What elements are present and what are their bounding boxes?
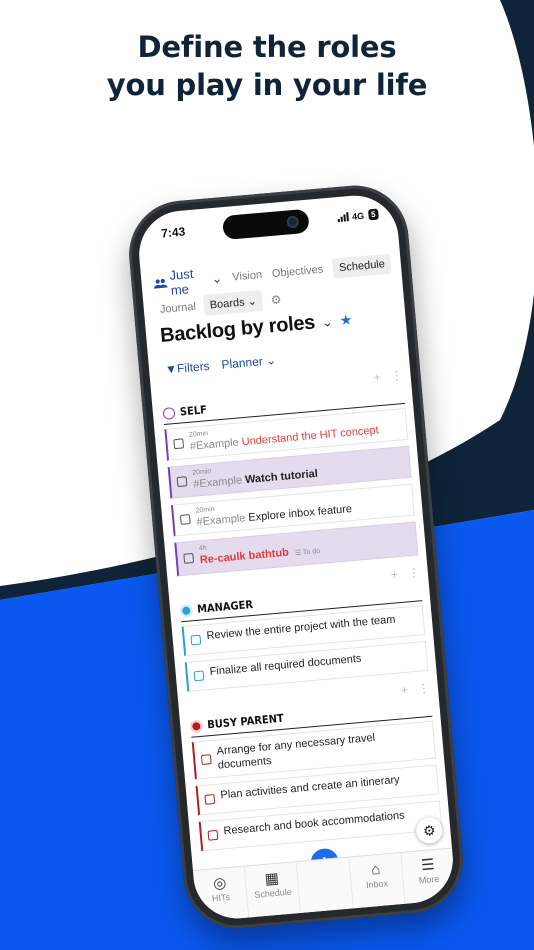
- role-sections: + ⋮ SELF 20min #Example Understand the HI…: [161, 368, 443, 861]
- task-tag: #Example: [192, 474, 243, 491]
- plus-icon[interactable]: +: [390, 567, 399, 586]
- task-status: ☰ To do: [295, 548, 321, 557]
- network-label: 4G: [351, 210, 365, 222]
- section-title: SELF: [179, 403, 208, 419]
- phone-screen: 7:43 4G 5 Just me ⌄ Vision Objectives Sc…: [135, 192, 457, 922]
- filters-label: Filters: [176, 358, 211, 376]
- checkbox-icon[interactable]: [183, 552, 195, 564]
- task-tag: #Example: [189, 436, 240, 453]
- more-vertical-icon[interactable]: ⋮: [417, 681, 431, 700]
- status-time: 7:43: [160, 224, 186, 241]
- title-chevron-down-icon[interactable]: ⌄: [321, 313, 333, 330]
- section-manager: + ⋮ MANAGER Review the entire project wit…: [178, 565, 429, 692]
- nav-journal[interactable]: Journal: [159, 300, 196, 315]
- task-text: Research and book accommodations: [223, 809, 406, 838]
- users-icon: [154, 278, 168, 289]
- clock-icon: [162, 406, 176, 420]
- tab-add-spacer: [296, 857, 354, 913]
- gear-icon[interactable]: ⚙: [270, 292, 282, 307]
- planner-label: Planner: [220, 354, 264, 372]
- planner-dropdown[interactable]: Planner ⌄: [221, 353, 277, 372]
- star-icon[interactable]: ★: [339, 311, 353, 329]
- menu-icon: ☰: [420, 856, 436, 875]
- task-tag: #Example: [196, 512, 246, 529]
- nav-objectives[interactable]: Objectives: [271, 264, 323, 280]
- just-me-label: Just me: [168, 265, 194, 298]
- task-text: Finalize all required documents: [209, 652, 362, 678]
- signal-icon: [337, 212, 349, 223]
- chevron-down-icon: ⌄: [247, 295, 258, 309]
- tab-inbox-label: Inbox: [365, 878, 389, 891]
- nav-schedule[interactable]: Schedule: [332, 253, 392, 279]
- section-busy-parent: + ⋮ BUSY PARENT Arrange for any necessary…: [188, 681, 443, 852]
- tab-schedule-label: Schedule: [253, 886, 293, 900]
- boards-label: Boards: [209, 296, 246, 312]
- plus-icon[interactable]: +: [400, 683, 409, 702]
- nav-boards[interactable]: Boards ⌄: [202, 289, 264, 317]
- tab-more[interactable]: ☰ More: [401, 849, 456, 904]
- chevron-down-icon: ⌄: [265, 353, 277, 368]
- tab-inbox[interactable]: ⌂ Inbox: [349, 852, 406, 909]
- list-icon: ☰: [294, 549, 302, 558]
- nav-vision[interactable]: Vision: [232, 269, 263, 284]
- headline: Define the roles you play in your life: [0, 28, 534, 104]
- task-status-label: To do: [302, 547, 321, 557]
- circle-icon: [189, 719, 203, 733]
- section-self: + ⋮ SELF 20min #Example Understand the HI…: [161, 368, 419, 577]
- tab-hits-label: HITs: [211, 892, 231, 904]
- checkbox-icon[interactable]: [207, 829, 219, 841]
- checkbox-icon[interactable]: [176, 476, 188, 488]
- tab-hits[interactable]: ◎ HITs: [192, 866, 250, 922]
- more-vertical-icon[interactable]: ⋮: [390, 368, 404, 387]
- battery-icon: 5: [367, 208, 379, 221]
- filter-bar: ▼Filters Planner ⌄: [165, 353, 277, 377]
- chevron-down-icon: ⌄: [210, 270, 224, 287]
- headline-line-2: you play in your life: [106, 68, 428, 102]
- task-text: Plan activities and create an itinerary: [219, 773, 401, 802]
- checkbox-icon[interactable]: [193, 670, 205, 682]
- status-indicators: 4G 5: [337, 208, 379, 224]
- tab-schedule[interactable]: ▦ Schedule: [244, 862, 302, 918]
- compass-icon: ◎: [212, 874, 228, 893]
- headline-line-1: Define the roles: [137, 30, 397, 64]
- plus-icon[interactable]: +: [373, 370, 382, 389]
- more-vertical-icon[interactable]: ⋮: [407, 565, 421, 584]
- checkbox-icon[interactable]: [200, 754, 212, 766]
- filters-button[interactable]: ▼Filters: [165, 359, 211, 377]
- checkbox-icon[interactable]: [190, 634, 202, 646]
- checkbox-icon[interactable]: [173, 438, 185, 450]
- task-text: Arrange for any necessary travel documen…: [216, 731, 376, 772]
- circle-icon: [179, 603, 193, 617]
- checkbox-icon[interactable]: [204, 794, 216, 805]
- inbox-icon: ⌂: [370, 860, 382, 879]
- tab-more-label: More: [418, 873, 440, 886]
- checkbox-icon[interactable]: [179, 514, 191, 525]
